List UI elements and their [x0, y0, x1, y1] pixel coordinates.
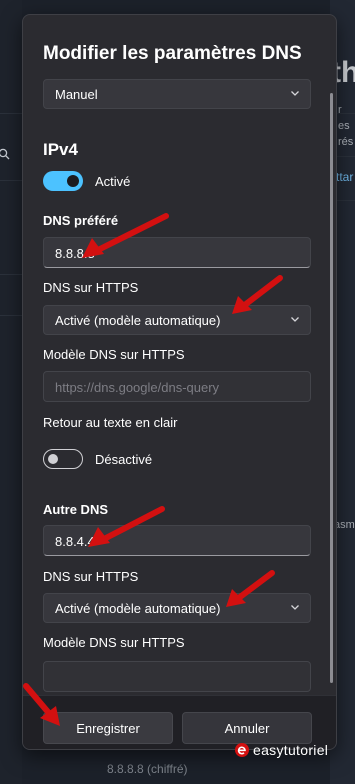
red-arrow-annotation	[88, 506, 165, 547]
alternate-dns-https-value: Activé (modèle automatique)	[55, 601, 221, 616]
chevron-down-icon	[291, 317, 299, 322]
ipv4-heading: IPv4	[43, 140, 78, 159]
preferred-dns-https-value: Activé (modèle automatique)	[55, 313, 221, 328]
preferred-dns-template-value: https://dns.google/dns-query	[55, 380, 220, 395]
dns-mode-value: Manuel	[55, 87, 98, 102]
background-sidebar	[0, 0, 22, 784]
dialog-title: Modifier les paramètres DNS	[43, 43, 302, 64]
dialog-scroll-area[interactable]: Manuel IPv4 Activé DNS préféré 8.8.8.8 D…	[23, 75, 336, 701]
background-dns-status: 8.8.8.8 (chiffré)	[107, 762, 188, 776]
easytutoriel-watermark: easytutoriel	[234, 742, 328, 758]
alternate-dns-template-input	[43, 661, 311, 692]
red-arrow-annotation	[82, 213, 169, 258]
easytutoriel-logo-icon	[235, 743, 249, 757]
preferred-dns-template-label: Modèle DNS sur HTTPS	[43, 347, 185, 362]
cancel-button[interactable]: Annuler	[182, 712, 312, 744]
background-text-line: asm	[334, 519, 355, 531]
ipv4-toggle[interactable]	[43, 171, 83, 191]
dialog-scrollbar[interactable]	[330, 93, 333, 683]
watermark-text: easytutoriel	[253, 742, 329, 758]
alternate-dns-https-label: DNS sur HTTPS	[43, 569, 139, 584]
fallback-plaintext-toggle[interactable]	[43, 449, 83, 469]
search-icon[interactable]	[0, 148, 10, 163]
red-arrow-annotation	[232, 275, 283, 314]
preferred-dns-template-input: https://dns.google/dns-query	[43, 371, 311, 402]
background-link[interactable]: ttar	[336, 170, 353, 184]
fallback-plaintext-label: Retour au texte en clair	[43, 415, 178, 430]
red-arrow-annotation	[23, 683, 60, 726]
ipv4-toggle-label: Activé	[95, 174, 131, 189]
fallback-plaintext-toggle-label: Désactivé	[95, 452, 153, 467]
dns-settings-dialog: Modifier les paramètres DNS Manuel IPv4 …	[22, 14, 337, 750]
chevron-down-icon	[291, 605, 299, 610]
dns-mode-select[interactable]: Manuel	[43, 79, 311, 109]
preferred-dns-https-label: DNS sur HTTPS	[43, 280, 139, 295]
background-text-line: es	[338, 120, 350, 132]
chevron-down-icon	[291, 91, 299, 96]
background-text-line: rés	[338, 136, 354, 148]
alternate-dns-template-label: Modèle DNS sur HTTPS	[43, 635, 185, 650]
background-text-line: r	[338, 104, 342, 116]
red-arrow-annotation	[226, 570, 275, 607]
